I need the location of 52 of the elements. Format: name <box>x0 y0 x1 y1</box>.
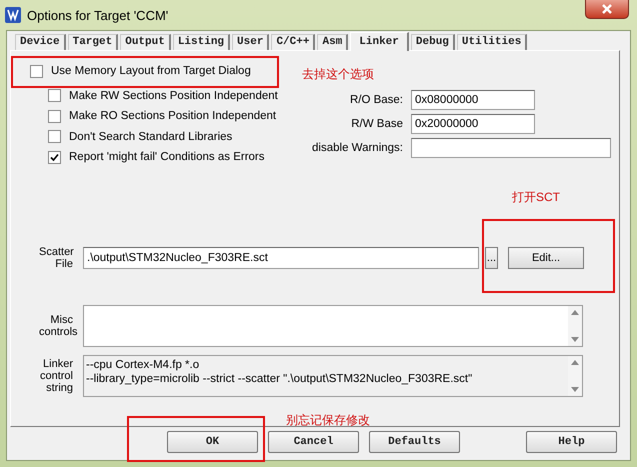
tab[interactable]: Output <box>120 34 171 50</box>
scroll-up-icon[interactable] <box>571 310 579 315</box>
tab[interactable]: Debug <box>410 34 455 50</box>
tab[interactable]: Target <box>68 34 118 50</box>
field-label: R/W Base <box>350 118 404 130</box>
tab[interactable]: Linker <box>350 32 409 51</box>
tab[interactable]: Listing <box>172 34 230 50</box>
checkbox-label: Use Memory Layout from Target Dialog <box>51 65 251 78</box>
input-field[interactable]: .\output\STM32Nucleo_F303RE.sct <box>83 247 479 269</box>
scroll-up-icon[interactable] <box>571 360 579 365</box>
field-label: R/O Base: <box>348 94 404 106</box>
scroll-down-icon[interactable] <box>571 387 579 392</box>
tab[interactable]: User <box>232 34 270 50</box>
app-icon <box>5 7 21 23</box>
field-label: Scatter File <box>38 246 75 270</box>
tab[interactable]: Asm <box>317 34 348 50</box>
checkbox[interactable] <box>48 130 61 144</box>
input-field[interactable]: 0x20000000 <box>411 114 535 134</box>
scroll-down-icon[interactable] <box>571 337 579 342</box>
annotation-note: 去掉这个选项 <box>302 66 374 83</box>
checkbox[interactable] <box>48 89 61 102</box>
window-title: Options for Target 'CCM' <box>27 8 168 22</box>
dialog-button[interactable]: Help <box>526 431 617 453</box>
text-line: --library_type=microlib --strict --scatter ".\output\STM32Nucleo_F303RE.sct" <box>86 372 474 386</box>
field-label: Misc controls <box>38 314 79 338</box>
tab[interactable]: C/C++ <box>271 34 316 50</box>
input-field[interactable] <box>411 138 611 158</box>
input-field[interactable]: 0x08000000 <box>411 90 535 110</box>
close-button[interactable] <box>585 0 629 19</box>
checkbox-label: Make RO Sections Position Independent <box>69 110 276 122</box>
checkbox-label: Report 'might fail' Conditions as Errors <box>69 151 264 164</box>
text-area[interactable] <box>83 305 583 347</box>
annotation-note: 别忘记保存修改 <box>286 412 370 429</box>
edit-button[interactable]: Edit... <box>508 247 584 269</box>
checkbox[interactable] <box>48 150 61 164</box>
dialog-button[interactable]: Cancel <box>268 431 359 453</box>
text-line: --cpu Cortex-M4.fp *.o <box>86 358 200 372</box>
checkbox[interactable] <box>48 110 61 123</box>
field-label: disable Warnings: <box>311 142 404 154</box>
dialog-button[interactable]: OK <box>167 431 258 453</box>
annotation-note: 打开SCT <box>512 189 560 206</box>
dialog-button[interactable]: Defaults <box>369 431 460 453</box>
field-label: Linker control string <box>38 358 74 394</box>
close-icon <box>601 4 613 14</box>
checkbox-label: Make RW Sections Position Independent <box>69 90 278 102</box>
tab[interactable]: Utilities <box>456 34 528 50</box>
tab[interactable]: Device <box>15 34 66 50</box>
checkbox-label: Don't Search Standard Libraries <box>69 130 232 143</box>
scrollbar[interactable] <box>568 356 582 396</box>
scrollbar[interactable] <box>568 306 582 346</box>
checkbox[interactable] <box>30 64 43 78</box>
browse-button[interactable]: ... <box>485 247 498 269</box>
